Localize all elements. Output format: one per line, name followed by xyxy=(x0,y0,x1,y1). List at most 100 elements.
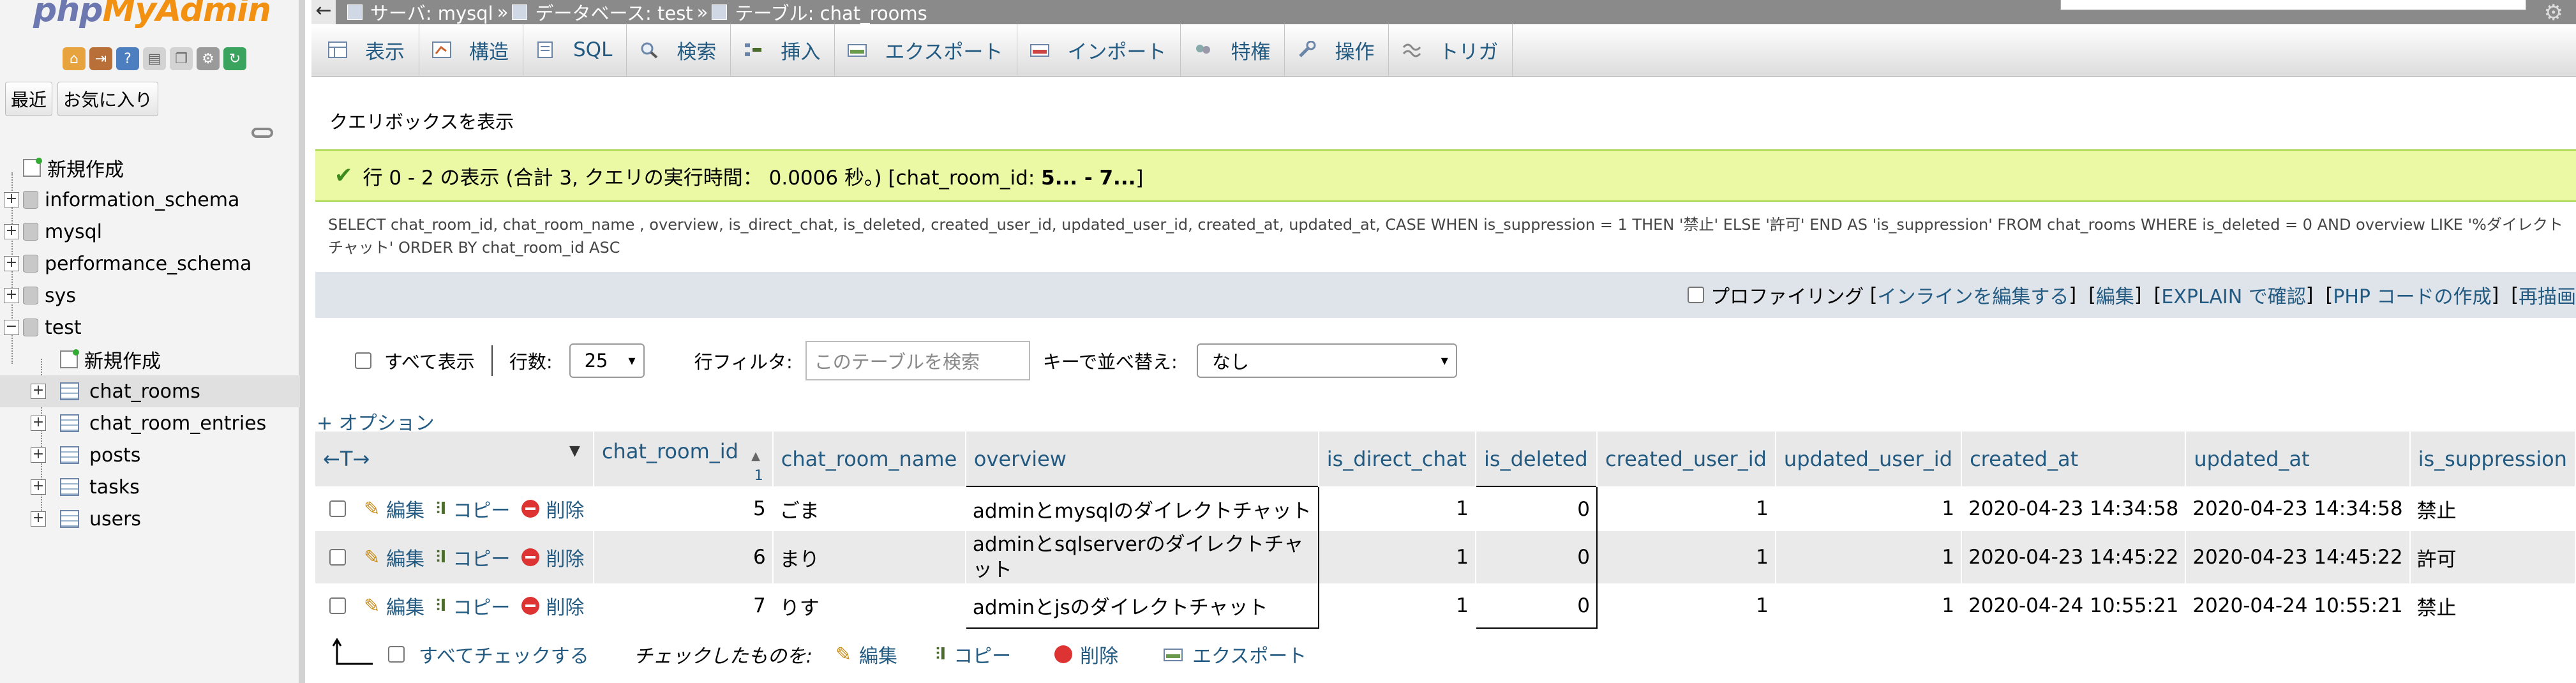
cell-updated-at[interactable]: 2020-04-23 14:45:22 xyxy=(2185,531,2411,583)
cell-created-user-id[interactable]: 1 xyxy=(1597,486,1776,531)
cell-updated-user-id[interactable]: 1 xyxy=(1775,486,1963,531)
cell-updated-user-id[interactable]: 1 xyxy=(1775,531,1963,583)
pencil-icon[interactable]: ✎ xyxy=(364,498,380,520)
column-header-updated-user-id[interactable]: updated_user_id xyxy=(1775,432,1963,486)
copy-icon[interactable]: ⫶I xyxy=(436,596,446,616)
phpmyadmin-logo[interactable]: phpMyAdmin xyxy=(33,0,271,29)
bulk-edit-link[interactable]: 編集 xyxy=(859,640,897,668)
refresh-link[interactable]: 再描画 xyxy=(2519,281,2576,309)
sort-by-key-select[interactable]: なし ▾ xyxy=(1196,343,1457,378)
recent-tab[interactable]: 最近 xyxy=(5,82,53,116)
column-header-is-direct-chat[interactable]: is_direct_chat xyxy=(1318,432,1477,486)
row-edit-link[interactable]: 編集 xyxy=(386,495,424,523)
tab-import[interactable]: インポート xyxy=(1017,24,1181,76)
copy-page-icon[interactable]: ❐ xyxy=(170,47,193,70)
cell-is-direct-chat[interactable]: 1 xyxy=(1318,531,1477,583)
cell-is-direct-chat[interactable]: 1 xyxy=(1318,583,1477,628)
column-header-created-at[interactable]: created_at xyxy=(1961,432,2187,486)
home-icon[interactable]: ⌂ xyxy=(63,47,86,70)
cell-created-at[interactable]: 2020-04-23 14:45:22 xyxy=(1961,531,2187,583)
column-header-chat-room-id[interactable]: chat_room_id ▲ 1 xyxy=(593,432,774,486)
tab-triggers[interactable]: トリガ xyxy=(1389,24,1513,76)
logout-icon[interactable]: ⇥ xyxy=(89,47,112,70)
top-search-field[interactable] xyxy=(2060,0,2526,10)
copy-icon[interactable]: ⫶I xyxy=(436,548,446,567)
profiling-checkbox[interactable] xyxy=(1688,287,1705,303)
row-edit-link[interactable]: 編集 xyxy=(386,543,424,571)
edit-query-link[interactable]: 編集 xyxy=(2096,281,2134,309)
show-query-box-link[interactable]: クエリボックスを表示 xyxy=(329,107,514,134)
row-copy-link[interactable]: コピー xyxy=(453,543,510,571)
caret-down-icon[interactable]: ▼ xyxy=(569,443,580,459)
tree-item-tasks[interactable]: + tasks xyxy=(0,471,300,503)
delete-icon[interactable] xyxy=(521,500,540,518)
column-header-is-suppression[interactable]: is_suppression xyxy=(2409,432,2576,486)
cell-updated-at[interactable]: 2020-04-24 10:55:21 xyxy=(2185,583,2411,628)
cell-is-suppression[interactable]: 禁止 xyxy=(2409,583,2576,628)
cell-overview[interactable]: adminとsqlserverのダイレクトチャット xyxy=(964,531,1319,583)
row-filter-input[interactable]: このテーブルを検索 xyxy=(805,341,1030,380)
tree-item-information-schema[interactable]: + information_schema xyxy=(0,184,300,216)
tab-export[interactable]: エクスポート xyxy=(835,24,1018,76)
php-code-link[interactable]: PHP コードの作成 xyxy=(2333,281,2491,309)
tree-item-chat-rooms[interactable]: + chat_rooms xyxy=(0,375,300,407)
breadcrumb-server[interactable]: サーバ: mysql xyxy=(370,0,493,26)
expand-icon[interactable]: + xyxy=(31,479,46,495)
bulk-export-link[interactable]: エクスポート xyxy=(1192,640,1307,668)
expand-icon[interactable]: + xyxy=(4,192,19,207)
cell-chat-room-id[interactable]: 5 xyxy=(593,486,774,531)
help-icon[interactable]: ? xyxy=(116,47,139,70)
cell-created-user-id[interactable]: 1 xyxy=(1597,583,1776,628)
inline-edit-link[interactable]: インラインを編集する xyxy=(1877,281,2069,309)
tab-search[interactable]: 検索 xyxy=(627,24,731,76)
tree-item-users[interactable]: + users xyxy=(0,503,300,535)
breadcrumb-database[interactable]: データベース: test xyxy=(535,0,693,26)
show-all-checkbox[interactable] xyxy=(355,352,371,369)
row-delete-link[interactable]: 削除 xyxy=(546,495,584,523)
row-copy-link[interactable]: コピー xyxy=(453,495,510,523)
tree-item-performance-schema[interactable]: + performance_schema xyxy=(0,248,300,280)
cell-updated-at[interactable]: 2020-04-23 14:34:58 xyxy=(2185,486,2411,531)
cell-is-suppression[interactable]: 許可 xyxy=(2409,531,2576,583)
expand-icon[interactable]: + xyxy=(4,288,19,303)
pencil-icon[interactable]: ✎ xyxy=(364,546,380,569)
rows-select[interactable]: 25 ▾ xyxy=(569,343,645,378)
tree-item-new-table[interactable]: 新規作成 xyxy=(0,343,300,375)
collapse-icon[interactable]: − xyxy=(4,320,19,335)
cell-updated-user-id[interactable]: 1 xyxy=(1775,583,1963,628)
tree-item-posts[interactable]: + posts xyxy=(0,439,300,471)
delete-icon[interactable] xyxy=(521,597,540,615)
column-arrows[interactable]: ←T→ xyxy=(323,447,370,471)
row-checkbox[interactable] xyxy=(329,549,346,566)
tab-sql[interactable]: SQL xyxy=(523,24,627,76)
expand-icon[interactable]: + xyxy=(31,416,46,431)
expand-icon[interactable]: + xyxy=(4,224,19,239)
cell-chat-room-id[interactable]: 6 xyxy=(593,531,774,583)
cell-is-deleted[interactable]: 0 xyxy=(1475,583,1598,629)
cell-created-at[interactable]: 2020-04-24 10:55:21 xyxy=(1961,583,2187,628)
row-checkbox[interactable] xyxy=(329,597,346,614)
tab-browse[interactable]: 表示 xyxy=(315,24,419,76)
column-header-is-deleted[interactable]: is_deleted xyxy=(1476,432,1598,486)
cell-is-deleted[interactable]: 0 xyxy=(1475,486,1598,531)
back-arrow-icon[interactable]: ← xyxy=(311,0,336,24)
tree-item-new[interactable]: 新規作成 xyxy=(0,152,300,184)
column-header-overview[interactable]: overview xyxy=(965,432,1319,486)
cell-chat-room-name[interactable]: まり xyxy=(772,531,966,583)
row-delete-link[interactable]: 削除 xyxy=(546,592,584,620)
row-edit-link[interactable]: 編集 xyxy=(386,592,424,620)
column-header-chat-room-name[interactable]: chat_room_name xyxy=(772,432,966,486)
cell-is-suppression[interactable]: 禁止 xyxy=(2409,486,2576,531)
cell-overview[interactable]: adminとmysqlのダイレクトチャット xyxy=(964,486,1319,531)
tab-privileges[interactable]: 特権 xyxy=(1181,24,1285,76)
tree-item-chat-room-entries[interactable]: + chat_room_entries xyxy=(0,407,300,439)
tree-item-sys[interactable]: + sys xyxy=(0,280,300,311)
tab-structure[interactable]: 構造 xyxy=(419,24,523,76)
delete-icon[interactable] xyxy=(1054,645,1073,663)
pencil-icon[interactable]: ✎ xyxy=(364,595,380,617)
cell-created-at[interactable]: 2020-04-23 14:34:58 xyxy=(1961,486,2187,531)
expand-icon[interactable]: + xyxy=(31,511,46,527)
tab-insert[interactable]: 挿入 xyxy=(731,24,835,76)
cell-chat-room-name[interactable]: ごま xyxy=(772,486,966,531)
tab-operations[interactable]: 操作 xyxy=(1285,24,1389,76)
